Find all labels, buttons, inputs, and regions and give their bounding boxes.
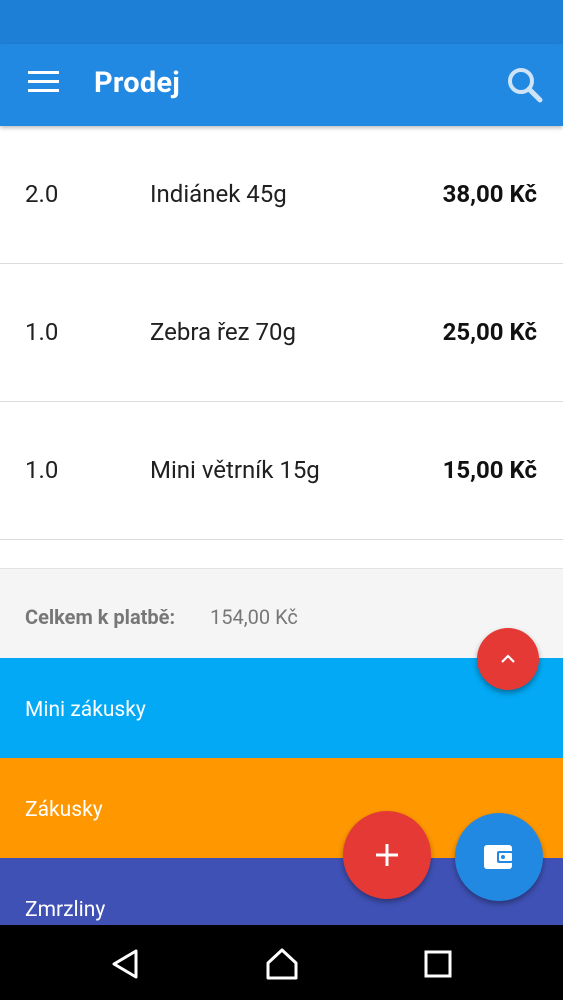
list-item[interactable]: 1.0 Mini větrník 15g 15,00 Kč: [0, 402, 563, 540]
item-name: Zebra řez 70g: [150, 318, 296, 346]
recents-icon[interactable]: [421, 947, 455, 981]
item-quantity: 2.0: [25, 180, 59, 208]
system-navigation-bar: [0, 925, 563, 1000]
add-item-button[interactable]: [343, 811, 431, 899]
item-name: Indiánek 45g: [150, 180, 287, 208]
total-summary: Celkem k platbě: 154,00 Kč: [0, 568, 563, 658]
item-price: 15,00 Kč: [442, 456, 537, 484]
search-icon[interactable]: [506, 66, 544, 104]
category-label: Zákusky: [25, 798, 103, 822]
home-icon[interactable]: [265, 947, 299, 981]
item-name: Mini větrník 15g: [150, 456, 320, 484]
item-quantity: 1.0: [25, 318, 59, 346]
plus-icon: [376, 844, 398, 866]
scroll-up-button[interactable]: [477, 628, 539, 690]
back-icon[interactable]: [108, 947, 142, 981]
total-label: Celkem k platbě:: [25, 605, 176, 629]
sale-items-list: 2.0 Indiánek 45g 38,00 Kč 1.0 Zebra řez …: [0, 126, 563, 540]
page-title: Prodej: [94, 66, 180, 100]
chevron-up-icon: [501, 654, 515, 663]
item-quantity: 1.0: [25, 456, 59, 484]
wallet-icon: [484, 845, 514, 869]
pay-button[interactable]: [455, 813, 543, 901]
hamburger-menu-icon[interactable]: [28, 71, 60, 97]
category-label: Zmrzliny: [25, 898, 106, 922]
category-mini-zakusky[interactable]: Mini zákusky: [0, 658, 563, 758]
category-label: Mini zákusky: [25, 698, 146, 722]
status-bar: [0, 0, 563, 44]
item-price: 25,00 Kč: [442, 318, 537, 346]
app-bar: Prodej: [0, 44, 563, 126]
list-item[interactable]: 2.0 Indiánek 45g 38,00 Kč: [0, 126, 563, 264]
item-price: 38,00 Kč: [442, 180, 537, 208]
list-item[interactable]: 1.0 Zebra řez 70g 25,00 Kč: [0, 264, 563, 402]
total-value: 154,00 Kč: [210, 605, 298, 629]
